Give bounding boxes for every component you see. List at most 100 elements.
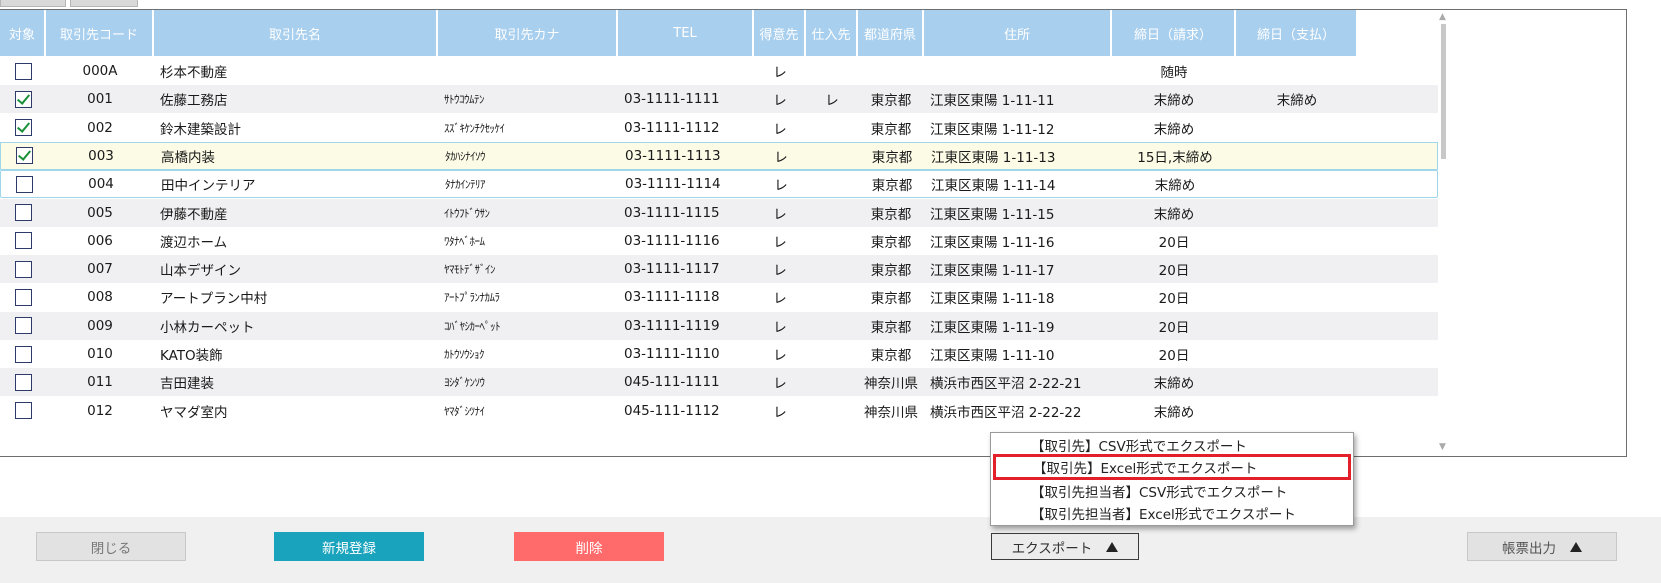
cell-col-customer: レ bbox=[773, 319, 787, 336]
menu-item-contact-csv[interactable]: 【取引先担当者】CSV形式でエクスポート bbox=[991, 480, 1353, 502]
cell-col-target bbox=[0, 312, 46, 340]
cell-col-close-payment bbox=[1236, 368, 1358, 396]
header-col-code[interactable]: 取引先コード bbox=[46, 10, 154, 56]
header-col-address[interactable]: 住所 bbox=[924, 10, 1112, 56]
cell-col-target bbox=[0, 397, 46, 425]
toolbar-button-partial[interactable] bbox=[0, 0, 66, 7]
table-row[interactable]: 008 アートプラン中村 ｱｰﾄﾌﾟﾗﾝﾅｶﾑﾗ 03-1111-1118 レ 東京都 江東… bbox=[0, 283, 1438, 311]
cell-col-close-payment bbox=[1237, 143, 1359, 169]
table-row[interactable]: 007 山本デザイン ﾔﾏﾓﾄﾃﾞｻﾞｲﾝ 03-1111-1117 レ 東京都 江東区東陽… bbox=[0, 255, 1438, 284]
checkbox-checked[interactable] bbox=[14, 90, 32, 108]
cell-col-address: 江東区東陽 1-11-14 bbox=[931, 178, 1056, 195]
cell-col-kana: ｲﾄｳﾌﾄﾞｳｻﾝ bbox=[444, 206, 490, 220]
table-row[interactable]: 003 高橋内装 ﾀｶﾊｼﾅｲｿｳ 03-1111-1113 レ 東京都 江東区東陽 1-1… bbox=[0, 141, 1438, 170]
table-row[interactable]: 010 KATO装飾 ｶﾄｳｿｳｼｮｸ 03-1111-1110 レ 東京都 江東区東陽 1… bbox=[0, 340, 1438, 368]
report-output-button[interactable]: 帳票出力 bbox=[1467, 532, 1617, 561]
table-row[interactable]: 001 佐藤工務店 ｻﾄｳｺｳﾑﾃﾝ 03-1111-1111 レ レ 東京都 江東区東陽 1… bbox=[0, 85, 1438, 114]
menu-item-supplier-excel[interactable]: 【取引先】Excel形式でエクスポート bbox=[993, 454, 1351, 480]
cell-col-target bbox=[0, 199, 46, 227]
cell-col-tel: 03-1111-1119 bbox=[624, 317, 720, 334]
header-col-kana[interactable]: 取引先カナ bbox=[438, 10, 618, 56]
table-row[interactable]: 002 鈴木建築設計 ｽｽﾞｷｹﾝﾁｸｾｯｹｲ 03-1111-1112 レ 東京都 江東区… bbox=[0, 114, 1438, 142]
cell-col-close-billing: 末締め bbox=[1153, 376, 1195, 393]
cell-col-prefecture: 東京都 bbox=[871, 178, 913, 195]
cell-col-close-billing: 末締め bbox=[1153, 93, 1195, 110]
cell-col-customer: レ bbox=[773, 234, 787, 251]
table-row[interactable]: 004 田中インテリア ﾀﾅｶｲﾝﾃﾘｱ 03-1111-1114 レ 東京都 江東区東陽 … bbox=[0, 170, 1438, 199]
cell-col-customer: レ bbox=[773, 348, 787, 364]
triangle-up-icon bbox=[1106, 541, 1119, 552]
cell-col-close-billing: 20日 bbox=[1158, 291, 1190, 308]
cell-col-kana: ﾔﾏﾀﾞｼﾂﾅｲ bbox=[444, 404, 485, 418]
checkbox-checked[interactable] bbox=[14, 119, 32, 137]
checkbox[interactable] bbox=[14, 62, 32, 80]
cell-col-kana: ｶﾄｳｿｳｼｮｸ bbox=[444, 348, 485, 361]
header-col-supplier[interactable]: 仕入先 bbox=[806, 10, 858, 56]
cell-col-supplier bbox=[806, 368, 858, 396]
table-row[interactable]: 006 渡辺ホーム ﾜﾀﾅﾍﾞﾎｰﾑ 03-1111-1116 レ 東京都 江東区東陽 1-… bbox=[0, 227, 1438, 255]
cell-col-prefecture: 東京都 bbox=[870, 263, 912, 280]
checkbox[interactable] bbox=[14, 204, 32, 221]
cell-col-name: アートプラン中村 bbox=[160, 291, 268, 308]
cell-col-prefecture: 神奈川県 bbox=[864, 376, 918, 393]
cell-col-name: KATO装飾 bbox=[160, 348, 223, 364]
cell-col-supplier bbox=[807, 171, 859, 197]
header-col-close-payment[interactable]: 締日（支払） bbox=[1236, 10, 1358, 56]
cell-col-tel: 03-1111-1114 bbox=[625, 176, 721, 193]
checkbox[interactable] bbox=[14, 345, 32, 363]
cell-col-prefecture: 東京都 bbox=[870, 121, 912, 138]
toolbar-button-partial[interactable] bbox=[70, 0, 138, 7]
cell-col-kana: ｻﾄｳｺｳﾑﾃﾝ bbox=[444, 93, 485, 107]
cell-col-prefecture: 東京都 bbox=[870, 206, 912, 223]
cell-col-prefecture bbox=[858, 57, 924, 85]
cell-col-name: 渡辺ホーム bbox=[160, 234, 228, 251]
cell-col-customer: レ bbox=[773, 376, 787, 393]
scroll-up-icon[interactable]: ▲ bbox=[1439, 12, 1446, 22]
cell-col-prefecture: 神奈川県 bbox=[864, 404, 918, 421]
cell-col-address: 江東区東陽 1-11-11 bbox=[930, 93, 1055, 110]
cell-col-name: 佐藤工務店 bbox=[160, 93, 228, 110]
cell-col-close-billing: 20日 bbox=[1158, 348, 1190, 364]
checkbox[interactable] bbox=[14, 317, 32, 335]
cell-col-address: 江東区東陽 1-11-19 bbox=[930, 319, 1055, 336]
cell-col-kana: ﾀﾅｶｲﾝﾃﾘｱ bbox=[445, 178, 486, 192]
new-register-button[interactable]: 新規登録 bbox=[274, 532, 424, 561]
header-col-target[interactable]: 対象 bbox=[0, 10, 46, 56]
menu-item-contact-excel[interactable]: 【取引先担当者】Excel形式でエクスポート bbox=[991, 502, 1353, 524]
close-button[interactable]: 閉じる bbox=[36, 532, 186, 561]
cell-col-prefecture: 東京都 bbox=[870, 291, 912, 308]
report-button-label: 帳票出力 bbox=[1502, 540, 1556, 557]
header-col-customer[interactable]: 得意先 bbox=[754, 10, 806, 56]
header-col-close-billing[interactable]: 締日（請求） bbox=[1112, 10, 1236, 56]
checkbox[interactable] bbox=[14, 232, 32, 250]
header-col-name[interactable]: 取引先名 bbox=[154, 10, 438, 56]
cell-col-name: ヤマダ室内 bbox=[160, 404, 228, 421]
header-col-tel[interactable]: TEL bbox=[618, 10, 754, 56]
checkbox[interactable] bbox=[14, 260, 32, 278]
vertical-scrollbar[interactable]: ▲ ▼ bbox=[1438, 10, 1450, 456]
cell-col-address: 江東区東陽 1-11-16 bbox=[930, 234, 1055, 251]
table-row[interactable]: 011 吉田建装 ﾖｼﾀﾞｹﾝｿｳ 045-111-1111 レ 神奈川県 横浜市西区平沼 … bbox=[0, 368, 1438, 397]
top-toolbar-remnant bbox=[0, 0, 140, 8]
header-col-prefecture[interactable]: 都道府県 bbox=[858, 10, 924, 56]
cell-col-code: 011 bbox=[87, 374, 113, 391]
cell-col-code: 007 bbox=[87, 261, 113, 278]
checkbox[interactable] bbox=[14, 402, 32, 420]
table-row[interactable]: 009 小林カーペット ｺﾊﾞﾔｼｶｰﾍﾟｯﾄ 03-1111-1119 レ 東京都 江東区… bbox=[0, 311, 1438, 340]
table-row[interactable]: 005 伊藤不動産 ｲﾄｳﾌﾄﾞｳｻﾝ 03-1111-1115 レ 東京都 江東区東陽 1… bbox=[0, 198, 1438, 227]
checkbox[interactable] bbox=[15, 175, 33, 193]
export-button[interactable]: エクスポート bbox=[991, 533, 1139, 560]
cell-col-supplier: レ bbox=[825, 93, 839, 110]
checkbox[interactable] bbox=[14, 373, 32, 391]
delete-button[interactable]: 削除 bbox=[514, 532, 664, 561]
checkbox-checked[interactable] bbox=[15, 147, 33, 165]
scroll-down-icon[interactable]: ▼ bbox=[1439, 442, 1446, 452]
cell-col-supplier bbox=[806, 340, 858, 368]
cell-col-address bbox=[924, 57, 1112, 85]
scrollbar-thumb[interactable] bbox=[1441, 24, 1446, 159]
cell-col-tel: 045-111-1111 bbox=[624, 374, 720, 391]
table-row[interactable]: 012 ヤマダ室内 ﾔﾏﾀﾞｼﾂﾅｲ 045-111-1112 レ 神奈川県 横浜市西区平沼… bbox=[0, 397, 1438, 425]
checkbox[interactable] bbox=[14, 288, 32, 306]
table-row[interactable]: 000A 杉本不動産 レ 随時 bbox=[0, 57, 1438, 85]
menu-item-supplier-csv[interactable]: 【取引先】CSV形式でエクスポート bbox=[991, 434, 1353, 456]
